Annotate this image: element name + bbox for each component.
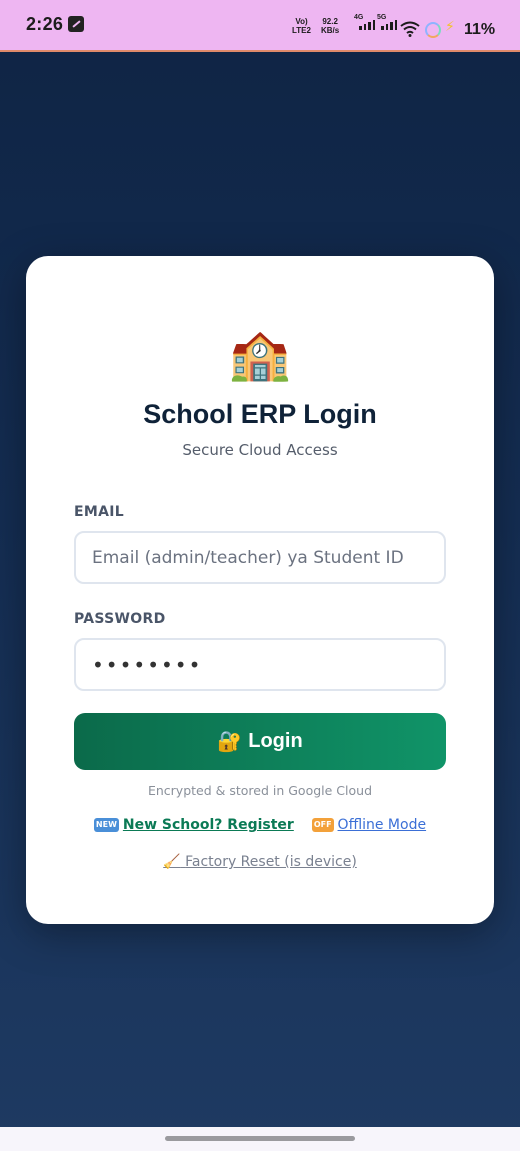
register-link-label: New School? Register [122, 817, 294, 833]
lock-key-icon: 🔐 [217, 731, 243, 753]
network-speed: 92.2 KB/s [321, 17, 340, 35]
login-button-label: Login [248, 730, 303, 752]
email-label: EMAIL [74, 504, 124, 520]
volte-indicator: Vo) LTE2 [292, 17, 311, 35]
password-input[interactable]: •••••••• [74, 638, 446, 691]
factory-reset-label: Factory Reset (is device) [185, 854, 357, 870]
signal-icon [359, 20, 375, 30]
offline-mode-label: Offline Mode [337, 817, 427, 833]
school-logo-icon: 🏫 [228, 325, 292, 383]
wifi-icon [400, 21, 420, 37]
page-subtitle: Secure Cloud Access [182, 441, 338, 459]
password-value: •••••••• [92, 652, 203, 677]
battery-percent: 11% [464, 21, 496, 38]
broom-icon: 🧹 [163, 854, 181, 870]
new-badge-icon: NEW [93, 818, 119, 832]
login-card: 🏫 School ERP Login Secure Cloud Access E… [26, 256, 494, 924]
email-input[interactable] [74, 531, 446, 584]
activity-ring-icon [425, 22, 441, 38]
status-bar: 2:26 Vo) LTE2 92.2 KB/s 4G 5G ⚡ 11% [0, 0, 520, 52]
charging-bolt-icon: ⚡ [445, 19, 455, 35]
reset-row: 🧹 Factory Reset (is device) [26, 854, 494, 870]
login-button[interactable]: 🔐 Login [74, 713, 446, 770]
home-gesture-handle[interactable] [165, 1136, 355, 1141]
page-title: School ERP Login [143, 399, 377, 429]
factory-reset-link[interactable]: 🧹 Factory Reset (is device) [163, 854, 357, 870]
offline-mode-link[interactable]: OFF Offline Mode [311, 817, 427, 833]
register-link[interactable]: NEW New School? Register [93, 817, 294, 833]
offline-badge-icon: OFF [311, 818, 334, 832]
app-notification-icon [68, 16, 84, 32]
signal-icon [381, 20, 397, 30]
navigation-bar [0, 1127, 520, 1151]
password-label: PASSWORD [74, 611, 166, 627]
security-note: Encrypted & stored in Google Cloud [147, 783, 373, 798]
status-time: 2:26 [26, 14, 64, 34]
links-row: NEW New School? Register OFF Offline Mode [26, 817, 494, 833]
